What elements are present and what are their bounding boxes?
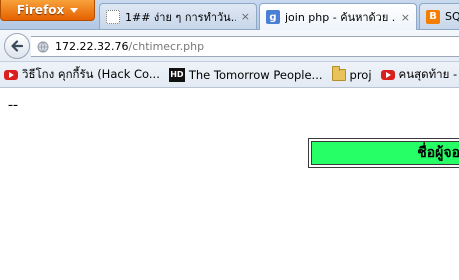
page-text: -- xyxy=(8,97,18,113)
back-button[interactable] xyxy=(4,33,30,59)
navigation-bar: 172.22.32.76/chtimecr.php xyxy=(0,30,459,62)
bookmark-item[interactable]: HD The Tomorrow People... xyxy=(168,67,323,82)
tab-title: join php - ค้นหาด้วย ... xyxy=(285,11,396,24)
tab-close-icon[interactable]: × xyxy=(401,11,410,24)
url-host: 172.22.32.76 xyxy=(55,40,129,53)
tab-3[interactable]: B SQL xyxy=(419,3,459,29)
tab-title: 1## ง่าย ๆ การทำวัน... xyxy=(125,10,236,24)
tab-title: SQL xyxy=(445,10,459,23)
dotted-page-icon xyxy=(106,9,120,24)
page-content: -- ชื่อผู้จอ xyxy=(0,89,459,280)
google-icon: g xyxy=(266,10,280,24)
bookmarks-toolbar: วิธีโกง คุกกี้รัน (Hack Co... HD The Tom… xyxy=(0,62,459,88)
table-header-cell: ชื่อผู้จอ xyxy=(311,141,459,165)
firefox-menu-button[interactable]: Firefox xyxy=(0,0,95,21)
dropdown-arrow-icon xyxy=(70,7,79,13)
globe-icon xyxy=(37,41,49,52)
bookmark-label: วิธีโกง คุกกี้รัน (Hack Co... xyxy=(22,66,160,81)
youtube-icon xyxy=(4,69,18,80)
bookmark-folder[interactable]: proj xyxy=(331,65,372,82)
blogger-icon: B xyxy=(426,9,440,24)
bookmark-item[interactable]: วิธีโกง คุกกี้รัน (Hack Co... xyxy=(4,66,160,84)
firefox-menu-label: Firefox xyxy=(16,3,65,17)
tab-close-icon[interactable]: × xyxy=(241,10,250,23)
bookmark-label: The Tomorrow People... xyxy=(188,67,323,82)
youtube-icon xyxy=(380,69,395,80)
results-table: ชื่อผู้จอ xyxy=(308,138,459,168)
bookmark-label: คนสุดท้าย - Yo xyxy=(398,66,459,81)
back-arrow-icon xyxy=(11,40,24,52)
url-path: /chtimecr.php xyxy=(128,40,205,53)
bookmark-label: proj xyxy=(349,67,372,82)
tab-strip: Firefox 1## ง่าย ๆ การทำวัน... × g join … xyxy=(0,0,459,30)
hd-icon: HD xyxy=(168,67,185,82)
tab-1[interactable]: 1## ง่าย ๆ การทำวัน... × xyxy=(99,3,257,29)
bookmark-item[interactable]: คนสุดท้าย - Yo xyxy=(380,66,459,84)
folder-icon xyxy=(331,65,346,81)
url-bar[interactable]: 172.22.32.76/chtimecr.php xyxy=(31,36,459,57)
tab-2[interactable]: g join php - ค้นหาด้วย ... × xyxy=(259,3,417,30)
